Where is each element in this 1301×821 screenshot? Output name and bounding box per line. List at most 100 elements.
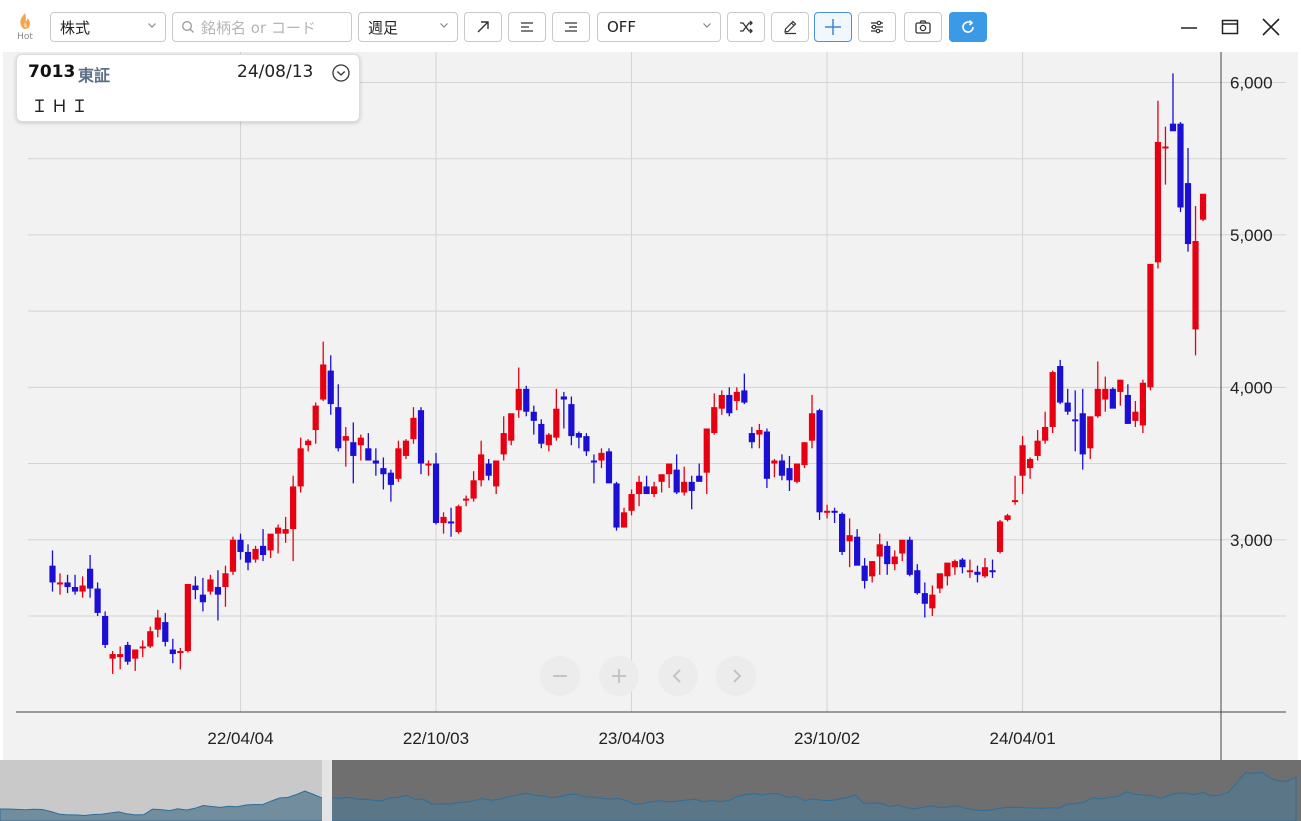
screenshot-button[interactable] xyxy=(904,12,942,42)
candle-body xyxy=(237,539,244,552)
horizontal-line-button[interactable] xyxy=(508,12,546,42)
candle-body xyxy=(1162,146,1169,149)
candle-body xyxy=(1094,388,1101,417)
candle-body xyxy=(320,364,327,400)
market-name: 東証 xyxy=(78,66,111,85)
candle-body xyxy=(117,654,124,658)
candle-body xyxy=(1042,426,1049,441)
range-navigator[interactable] xyxy=(0,760,1301,821)
price-line-button[interactable] xyxy=(552,12,590,42)
chart-area[interactable]: 3,000 4,000 5,000 6,000 22/04/04 22/10/03 23/… xyxy=(0,52,1301,760)
candle-body xyxy=(1139,382,1146,426)
candle-body xyxy=(598,452,605,461)
candle-body xyxy=(823,510,831,513)
refresh-button[interactable] xyxy=(949,12,987,42)
type-select[interactable]: 株式 xyxy=(50,12,166,42)
candle-body xyxy=(590,460,598,463)
candle-body xyxy=(455,506,462,533)
candle-body xyxy=(673,469,680,493)
candle-body xyxy=(162,622,169,642)
toolbar: Hot 株式 銘柄名 or コード 週足 OFF xyxy=(0,0,1301,52)
candle-body xyxy=(177,651,184,654)
candle-body xyxy=(395,448,402,479)
settings-sliders-icon xyxy=(871,20,883,34)
candle-body xyxy=(132,649,139,659)
candle-body xyxy=(335,407,342,449)
trend-line-button[interactable] xyxy=(464,12,502,42)
candle-body xyxy=(778,460,786,476)
candle-body xyxy=(906,539,913,575)
candle-body xyxy=(568,404,575,437)
candle-body xyxy=(681,481,688,493)
close-icon xyxy=(1262,18,1280,36)
navigator-handle-left[interactable] xyxy=(322,760,332,821)
y-tick-label: 6,000 xyxy=(1230,73,1273,92)
minimize-button[interactable] xyxy=(1176,14,1202,40)
refresh-icon xyxy=(962,19,974,33)
chevron-down-circle-icon[interactable] xyxy=(331,63,351,83)
candle-body xyxy=(748,433,755,443)
candle-body xyxy=(102,615,109,645)
candle-body xyxy=(199,594,206,603)
candle-body xyxy=(523,388,530,412)
candle-body xyxy=(1192,241,1199,330)
search-icon xyxy=(182,21,194,33)
candle-body xyxy=(139,646,146,649)
candle-body xyxy=(425,463,432,466)
candle-body xyxy=(944,562,951,577)
candle-body xyxy=(312,405,319,431)
flame-icon xyxy=(20,13,30,29)
candle-body xyxy=(688,481,695,491)
candle-body xyxy=(1117,379,1124,392)
chevron-down-icon xyxy=(148,23,156,28)
candle-body xyxy=(192,585,199,591)
zoom-in-icon xyxy=(612,669,626,683)
info-date: 24/08/13 xyxy=(237,62,314,82)
candle-body xyxy=(350,442,357,456)
candle-body xyxy=(71,587,79,592)
scroll-left-button[interactable] xyxy=(658,656,698,696)
shuffle-button[interactable] xyxy=(727,12,765,42)
candle-body xyxy=(643,486,650,495)
draw-button[interactable] xyxy=(771,12,809,42)
candle-body xyxy=(252,548,259,560)
candle-body xyxy=(124,644,131,662)
candlestick-chart[interactable]: 3,000 4,000 5,000 6,000 22/04/04 22/10/03 23/… xyxy=(0,52,1301,760)
candle-body xyxy=(49,565,56,583)
candle-body xyxy=(929,594,936,609)
candle-body xyxy=(959,559,966,568)
settings-button[interactable] xyxy=(858,12,896,42)
camera-icon xyxy=(915,20,931,34)
crosshair-button[interactable] xyxy=(814,12,852,42)
zoom-in-button[interactable] xyxy=(599,656,639,696)
y-tick-label: 3,000 xyxy=(1230,531,1273,550)
candle-body xyxy=(500,433,507,455)
candle-body xyxy=(1177,123,1184,208)
close-button[interactable] xyxy=(1258,14,1284,40)
minimize-icon xyxy=(1181,27,1197,29)
candle-body xyxy=(553,408,560,438)
candle-body xyxy=(327,370,334,405)
candle-body xyxy=(605,451,613,484)
search-input[interactable]: 銘柄名 or コード xyxy=(172,12,352,42)
zoom-out-button[interactable] xyxy=(540,656,580,696)
candle-body xyxy=(109,654,116,659)
indicator-select[interactable]: OFF xyxy=(597,12,721,42)
candle-body xyxy=(951,561,958,568)
candle-body xyxy=(282,529,289,534)
candle-body xyxy=(936,573,943,589)
scroll-right-button[interactable] xyxy=(716,656,756,696)
candle-body xyxy=(79,585,86,592)
period-select[interactable]: 週足 xyxy=(358,12,458,42)
candle-body xyxy=(635,481,643,495)
type-select-value: 株式 xyxy=(60,18,91,37)
hot-button[interactable]: Hot xyxy=(11,10,39,44)
candle-body xyxy=(899,539,906,554)
candle-body xyxy=(147,631,154,647)
candle-body xyxy=(575,433,582,438)
candle-body xyxy=(711,407,718,434)
maximize-button[interactable] xyxy=(1217,14,1243,40)
candle-body xyxy=(876,544,883,557)
candle-body xyxy=(1019,445,1026,476)
candle-body xyxy=(801,442,808,466)
